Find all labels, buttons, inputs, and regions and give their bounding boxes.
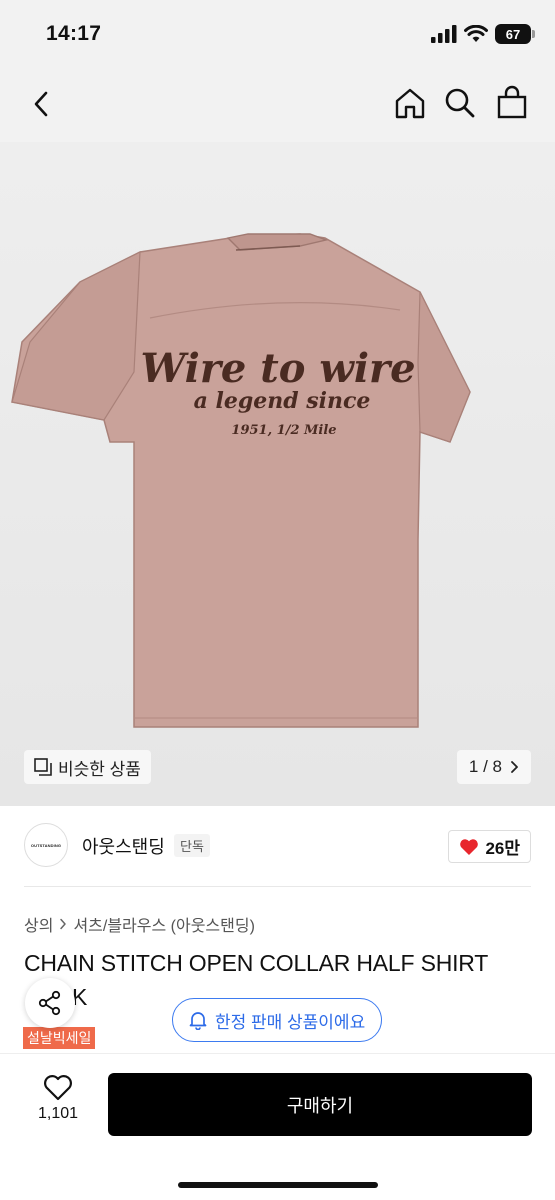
signal-icon — [431, 25, 457, 43]
back-chevron-icon[interactable] — [28, 88, 56, 120]
embroidery-line-1: Wire to wire — [140, 345, 415, 392]
home-indicator — [178, 1182, 378, 1188]
similar-stack-icon — [34, 758, 52, 776]
top-nav — [0, 66, 555, 142]
share-button[interactable] — [25, 978, 75, 1028]
similar-products-label: 비슷한 상품 — [58, 759, 141, 779]
exclusive-badge: 단독 — [174, 834, 210, 857]
product-image-gallery[interactable]: Wire to wire a legend since 1951, 1/2 Mi… — [0, 142, 555, 806]
home-icon[interactable] — [393, 86, 427, 120]
breadcrumb-category[interactable]: 상의 — [24, 912, 53, 936]
brand-row: OUTSTANDING 아웃스탠딩 단독 26만 — [0, 806, 555, 888]
brand-name[interactable]: 아웃스탠딩 — [82, 833, 165, 859]
share-icon — [38, 990, 61, 1016]
similar-products-button[interactable]: 비슷한 상품 — [24, 750, 151, 784]
brand-like-count: 26만 — [485, 839, 520, 858]
status-bar: 14:17 67 — [0, 0, 555, 66]
chevron-right-icon — [511, 761, 518, 773]
status-time: 14:17 — [46, 22, 102, 45]
embroidery-line-3: 1951, 1/2 Mile — [231, 423, 336, 438]
brand-logo[interactable]: OUTSTANDING — [24, 823, 68, 867]
brand-logo-text: OUTSTANDING — [30, 842, 62, 848]
image-counter-text: 1 / 8 — [468, 757, 502, 776]
wifi-icon — [464, 25, 488, 42]
brand-like-button[interactable]: 26만 — [448, 830, 531, 863]
chevron-right-icon — [60, 918, 67, 930]
status-icons: 67 — [431, 24, 535, 44]
shopping-bag-icon[interactable] — [496, 85, 528, 119]
sale-badge: 설날빅세일 — [23, 1027, 96, 1049]
buy-button[interactable]: 구매하기 — [108, 1073, 532, 1136]
embroidery-line-2: a legend since — [194, 388, 371, 414]
product-title: CHAIN STITCH OPEN COLLAR HALF SHIRT — [24, 950, 489, 976]
limited-sale-text: 한정 판매 상품이에요 — [215, 1012, 366, 1032]
breadcrumb-subcategory[interactable]: 셔츠/블라우스 (아웃스탠딩) — [73, 912, 254, 936]
wishlist-count: 1,101 — [37, 1105, 79, 1122]
breadcrumb: 상의 셔츠/블라우스 (아웃스탠딩) — [24, 912, 255, 936]
limited-sale-notice[interactable]: 한정 판매 상품이에요 — [172, 998, 383, 1042]
image-counter[interactable]: 1 / 8 — [456, 750, 531, 784]
search-icon[interactable] — [444, 87, 476, 119]
product-image: Wire to wire a legend since 1951, 1/2 Mi… — [11, 233, 471, 728]
bottom-action-bar: 1,101 구매하기 — [0, 1053, 555, 1200]
heart-outline-icon — [44, 1075, 72, 1101]
divider — [24, 886, 531, 887]
bell-icon — [189, 1012, 207, 1030]
battery-indicator: 67 — [495, 24, 535, 44]
heart-filled-icon — [460, 838, 479, 855]
wishlist-button[interactable]: 1,101 — [34, 1074, 82, 1123]
